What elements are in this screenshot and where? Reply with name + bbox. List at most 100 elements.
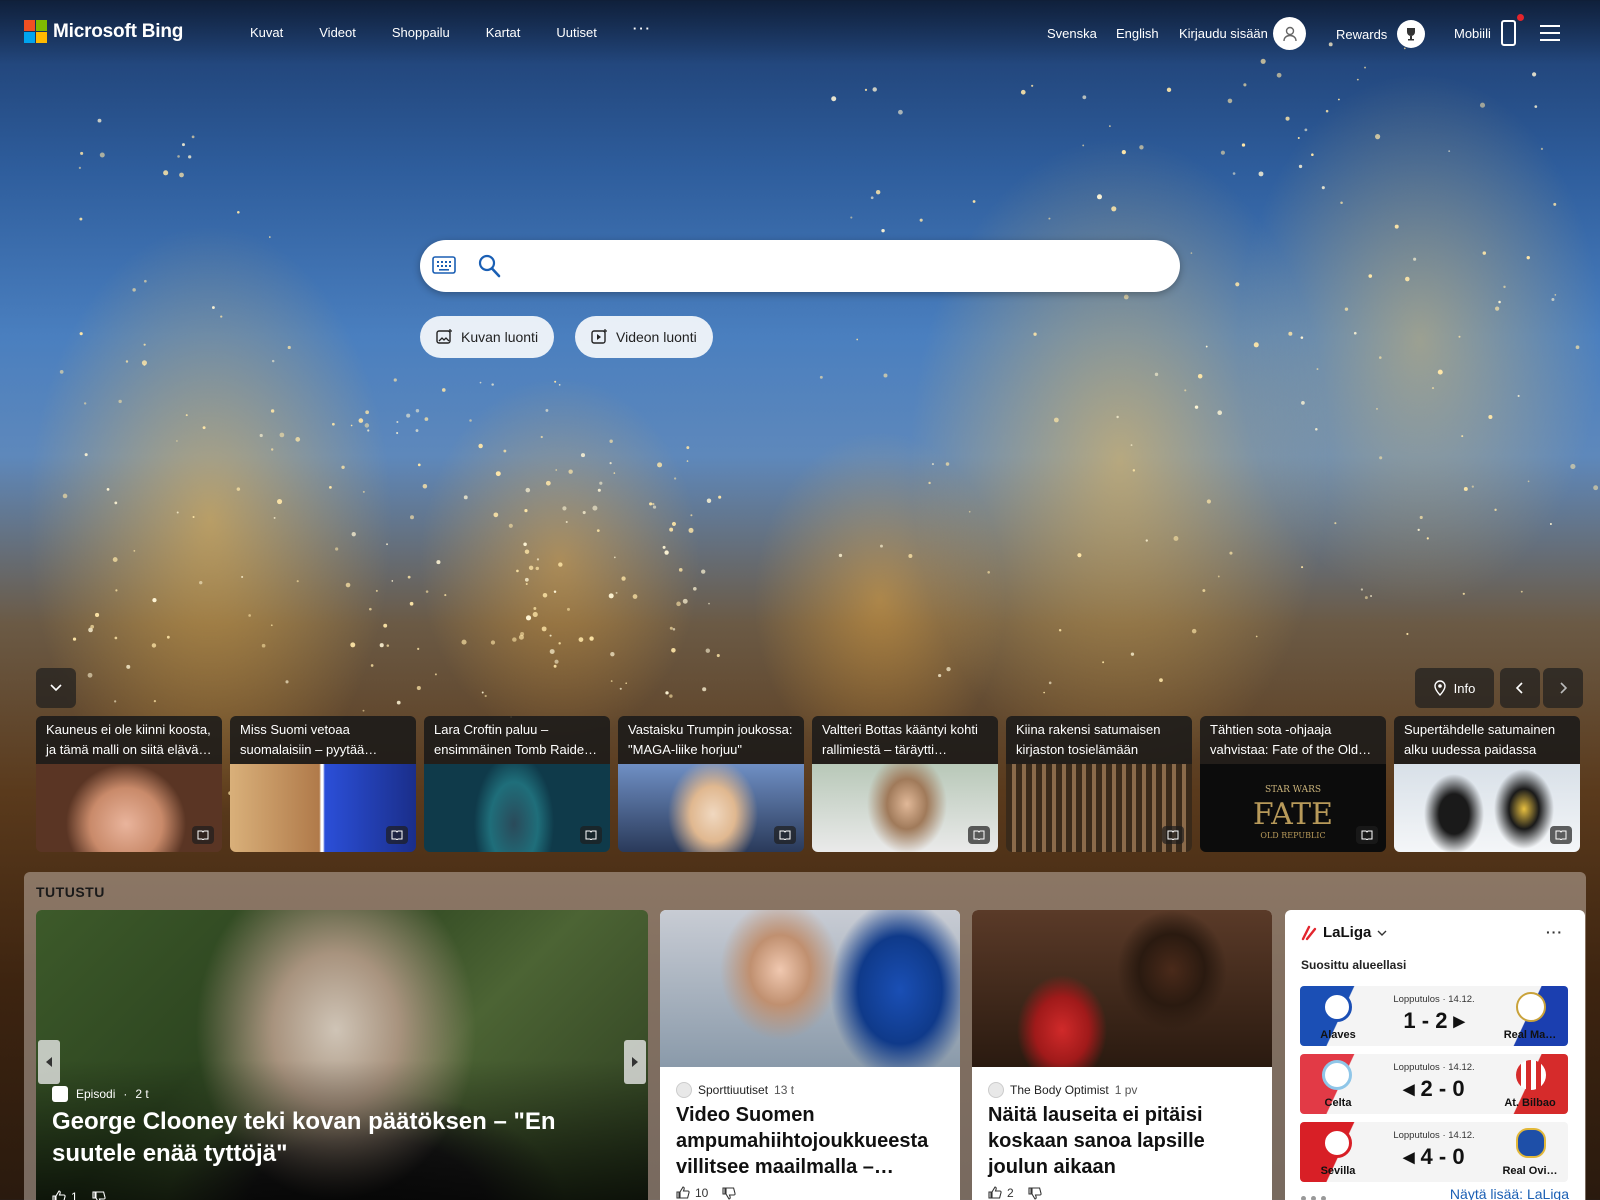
nav-maps[interactable]: Kartat [486, 25, 521, 40]
logo-text: Microsoft Bing [53, 20, 184, 42]
hero-title[interactable]: George Clooney teki kovan päätöksen – "E… [52, 1106, 612, 1170]
chevron-right-icon [1560, 682, 1568, 694]
next-image-button[interactable] [1543, 668, 1583, 708]
image-create-label: Kuvan luonti [461, 329, 539, 345]
story-card-source: The Body Optimist 1 pv [988, 1082, 1137, 1098]
hero-ago: 2 t [135, 1087, 149, 1101]
story-card-source: Sporttiuutiset 13 t [676, 1082, 794, 1098]
chevron-left-icon [1515, 682, 1523, 694]
reader-icon[interactable] [386, 826, 408, 844]
info-label: Info [1453, 680, 1476, 696]
hero-actions: 1 [52, 1190, 106, 1200]
mobile-link[interactable]: Mobiili [1454, 26, 1491, 41]
hero-story[interactable]: Episodi · 2 t George Clooney teki kovan … [36, 910, 648, 1200]
reader-icon[interactable] [580, 826, 602, 844]
story-card-ago: 1 pv [1114, 1083, 1138, 1097]
story-card-ago: 13 t [774, 1083, 795, 1097]
match-row[interactable]: Sevilla Real Ovi… Lopputulos · 14.12. ◂ … [1300, 1122, 1568, 1182]
laliga-see-more-link[interactable]: Näytä lisää: LaLiga [1450, 1186, 1569, 1200]
source-logo-icon [52, 1086, 68, 1102]
reader-icon[interactable] [192, 826, 214, 844]
reader-icon[interactable] [774, 826, 796, 844]
news-card[interactable]: Kiina rakensi satumaisen kirjaston tosie… [1006, 716, 1192, 852]
triangle-right-icon [632, 1057, 638, 1067]
laliga-title: LaLiga [1323, 924, 1372, 941]
like-count: 1 [71, 1190, 78, 1200]
match-status: Lopputulos · 14.12. [1393, 1062, 1475, 1073]
lang-swedish[interactable]: Svenska [1047, 26, 1097, 41]
top-bar: Microsoft Bing Kuvat Videot Shoppailu Ka… [0, 0, 1600, 64]
story-card-image [972, 910, 1272, 1067]
story-card-title[interactable]: Näitä lauseita ei pitäisi koskaan sanoa … [988, 1102, 1258, 1180]
lang-english[interactable]: English [1116, 26, 1159, 41]
explore-title: TUTUSTU [36, 884, 105, 900]
reader-icon[interactable] [968, 826, 990, 844]
story-card-actions: 10 [676, 1186, 736, 1200]
image-create-icon [436, 329, 452, 344]
search-input[interactable] [520, 250, 1160, 282]
thumbs-down-icon[interactable] [1028, 1186, 1042, 1200]
news-card[interactable]: Lara Croftin paluu – ensimmäinen Tomb Ra… [424, 716, 610, 852]
hero-prev-button[interactable] [38, 1040, 60, 1084]
nav-news[interactable]: Uutiset [556, 25, 596, 40]
laliga-header[interactable]: LaLiga [1301, 924, 1387, 941]
news-card[interactable]: Valtteri Bottas kääntyi kohti rallimiest… [812, 716, 998, 852]
collapse-feed-button[interactable] [36, 668, 76, 708]
laliga-more-button[interactable]: ··· [1546, 924, 1563, 940]
nav-shopping[interactable]: Shoppailu [392, 25, 450, 40]
image-create-button[interactable]: Kuvan luonti [420, 316, 555, 358]
hamburger-menu-icon[interactable] [1540, 25, 1560, 46]
laliga-logo-icon [1301, 925, 1317, 940]
story-card[interactable]: Sporttiuutiset 13 t Video Suomen ampumah… [660, 910, 960, 1200]
news-card-title: Supertähdelle satumainen alku uudessa pa… [1394, 716, 1580, 764]
rewards-trophy-icon[interactable] [1397, 20, 1425, 48]
news-card-title: Valtteri Bottas kääntyi kohti rallimiest… [812, 716, 998, 764]
like-button[interactable]: 2 [988, 1186, 1014, 1200]
thumbs-down-icon[interactable] [92, 1190, 106, 1200]
svg-text:FATE: FATE [1253, 797, 1333, 832]
video-create-button[interactable]: Videon luonti [575, 316, 713, 358]
news-card-title: Miss Suomi vetoaa suomalaisiin – pyytää… [230, 716, 416, 764]
like-button[interactable]: 10 [676, 1186, 708, 1200]
news-card[interactable]: Kauneus ei ole kiinni koosta, ja tämä ma… [36, 716, 222, 852]
search-icon[interactable] [477, 253, 501, 284]
reader-icon[interactable] [1162, 826, 1184, 844]
match-status: Lopputulos · 14.12. [1393, 994, 1475, 1005]
reader-icon[interactable] [1356, 826, 1378, 844]
story-card[interactable]: The Body Optimist 1 pv Näitä lauseita ei… [972, 910, 1272, 1200]
keyboard-icon[interactable] [432, 254, 456, 281]
news-card[interactable]: Miss Suomi vetoaa suomalaisiin – pyytää… [230, 716, 416, 852]
like-count: 2 [1007, 1186, 1014, 1200]
story-card-title[interactable]: Video Suomen ampumahiihtojoukkueesta vil… [676, 1102, 946, 1180]
story-card-source-name: The Body Optimist [1010, 1083, 1109, 1097]
match-score: ◂ 4 - 0 [1403, 1144, 1465, 1169]
main-nav: Kuvat Videot Shoppailu Kartat Uutiset ··… [250, 21, 688, 40]
user-avatar-icon[interactable] [1273, 17, 1306, 50]
news-card-title: Lara Croftin paluu – ensimmäinen Tomb Ra… [424, 716, 610, 764]
nav-videos[interactable]: Videot [319, 25, 356, 40]
bing-logo[interactable]: Microsoft Bing [24, 20, 183, 43]
video-create-icon [591, 329, 607, 344]
news-card[interactable]: Vastaisku Trumpin joukossa: "MAGA-liike … [618, 716, 804, 852]
like-button[interactable]: 1 [52, 1190, 78, 1200]
signin-link[interactable]: Kirjaudu sisään [1179, 26, 1268, 41]
news-card-title: Vastaisku Trumpin joukossa: "MAGA-liike … [618, 716, 804, 764]
reader-icon[interactable] [1550, 826, 1572, 844]
hero-next-button[interactable] [624, 1040, 646, 1084]
previous-image-button[interactable] [1500, 668, 1540, 708]
match-row[interactable]: Celta At. Bilbao Lopputulos · 14.12. ◂ 2… [1300, 1054, 1568, 1114]
news-card[interactable]: Supertähdelle satumainen alku uudessa pa… [1394, 716, 1580, 852]
laliga-widget: LaLiga ··· Suosittu alueellasi Alaves Re… [1285, 910, 1585, 1200]
nav-images[interactable]: Kuvat [250, 25, 283, 40]
rewards-link[interactable]: Rewards [1336, 27, 1387, 42]
svg-text:STAR WARS: STAR WARS [1265, 785, 1321, 795]
image-info-button[interactable]: Info [1415, 668, 1494, 708]
hero-source: Episodi · 2 t [52, 1086, 149, 1102]
nav-more[interactable]: ··· [633, 21, 652, 40]
match-row[interactable]: Alaves Real Ma… Lopputulos · 14.12. 1 - … [1300, 986, 1568, 1046]
news-card-title: Tähtien sota -ohjaaja vahvistaa: Fate of… [1200, 716, 1386, 764]
thumbs-down-icon[interactable] [722, 1186, 736, 1200]
phone-icon[interactable] [1501, 20, 1516, 46]
hero-source-sep: · [123, 1087, 128, 1101]
news-card[interactable]: Tähtien sota -ohjaaja vahvistaa: Fate of… [1200, 716, 1386, 852]
